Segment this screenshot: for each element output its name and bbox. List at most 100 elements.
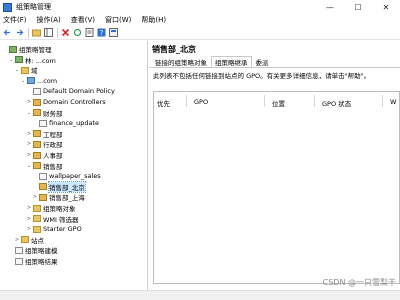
forward-icon[interactable] [15, 28, 24, 37]
title-bar: 组策略管理 — ☐ ✕ [0, 0, 400, 14]
chevron-right-icon[interactable]: > [26, 216, 32, 222]
tree-item-label: 组策略结果 [25, 258, 58, 266]
forest-icon [15, 56, 23, 64]
column-separator [314, 95, 315, 107]
export-icon[interactable] [85, 28, 94, 37]
app-icon [3, 2, 12, 12]
column-separator [264, 95, 265, 107]
column-separator [382, 95, 383, 107]
tree-item[interactable]: ⌄ ...com [20, 76, 57, 86]
folder-up-icon[interactable] [32, 28, 41, 37]
forest-icon [9, 45, 17, 53]
tree-item-label: 组策略建模 [25, 247, 58, 256]
chevron-right-icon[interactable]: > [26, 99, 32, 105]
tree-item-label: 组策略管理 [19, 46, 52, 54]
menu-file[interactable]: 文件(F) [3, 15, 27, 25]
tree-item-label: 组策略对象 [43, 205, 76, 213]
toolbar: ? [0, 26, 400, 40]
column-header-gpo-status[interactable]: GPO 状态 [322, 98, 351, 108]
tree-item[interactable]: ⌄ 域 [14, 65, 38, 75]
minimize-button[interactable]: — [316, 0, 344, 14]
tree-item[interactable]: > 销售部_上海 [32, 192, 85, 202]
tree-item-label: 人事部 [43, 152, 63, 160]
folder-icon [33, 162, 41, 170]
tree-item[interactable]: > Starter GPO [26, 224, 82, 234]
tree-item-label: 域 [31, 67, 38, 76]
folder-icon [33, 140, 41, 148]
tab-gpo-inheritance[interactable]: 组策略继承 [211, 56, 252, 67]
folder-icon [33, 109, 41, 117]
tree-item[interactable]: ⌄ 销售部 [26, 161, 63, 171]
tree-item[interactable]: > 人事部 [26, 150, 63, 160]
folder-icon [33, 215, 41, 223]
folder-icon [33, 98, 41, 106]
column-separator [186, 95, 187, 107]
tree-pane: 组策略管理 ⌄ 林: ...com ⌄ 域 ⌄ ...com Default Domain P… [0, 41, 148, 290]
tree-item[interactable]: 组策略结果 [8, 256, 58, 266]
gpo-inheritance-list: 优先 GPO 位置 GPO 状态 W [153, 91, 400, 284]
delete-icon[interactable] [61, 28, 70, 37]
tree-item[interactable]: > 工程部 [26, 129, 63, 139]
close-button[interactable]: ✕ [372, 0, 400, 14]
column-header-precedence[interactable]: 优先 [157, 98, 170, 108]
details-pane: 销售部_北京 链接的组策略对象 组策略继承 委派 此列表不包括任何链接到站点的 … [149, 41, 400, 290]
tree-item-label: finance_update [49, 119, 100, 128]
tree-item-label: wallpaper_sales [49, 172, 101, 181]
tree-item-label: Domain Controllers [43, 98, 106, 106]
menu-view[interactable]: 查看(V) [71, 15, 95, 25]
chevron-down-icon[interactable]: ⌄ [26, 163, 32, 169]
tree-item[interactable]: > Domain Controllers [26, 97, 106, 107]
tree-item[interactable]: 组策略管理 [2, 44, 52, 54]
chevron-right-icon[interactable]: > [26, 131, 32, 137]
gpo-icon [33, 87, 41, 95]
tree-item-label: 财务部 [43, 109, 63, 118]
chevron-down-icon[interactable]: ⌄ [8, 57, 14, 63]
maximize-button[interactable]: ☐ [344, 0, 372, 14]
chevron-down-icon[interactable]: ⌄ [20, 78, 26, 84]
tree-item[interactable]: > 组策略对象 [26, 203, 76, 213]
tree-item[interactable]: ⌄ 林: ...com [8, 55, 56, 65]
details-tabs: 链接的组策略对象 组策略继承 委派 [151, 56, 273, 67]
gpo-icon [15, 246, 23, 254]
chevron-right-icon[interactable]: > [26, 226, 32, 232]
menu-action[interactable]: 操作(A) [37, 15, 61, 25]
menu-window[interactable]: 窗口(W) [105, 15, 131, 25]
folder-icon [21, 66, 29, 74]
tree-item[interactable]: > WMI 筛选器 [26, 214, 79, 224]
tree-item-label: WMI 筛选器 [43, 215, 79, 224]
chevron-right-icon[interactable]: > [26, 152, 32, 158]
column-header-gpo[interactable]: GPO [194, 98, 208, 106]
tree-item[interactable]: > 站点 [14, 235, 44, 245]
window-controls: — ☐ ✕ [316, 0, 400, 14]
chevron-right-icon[interactable]: > [14, 237, 20, 243]
folder-icon [33, 130, 41, 138]
tree-item-label: 工程部 [43, 130, 63, 139]
tree-item[interactable]: wallpaper_sales [32, 171, 101, 181]
tab-delegation[interactable]: 委派 [252, 56, 273, 67]
help-icon[interactable]: ? [97, 28, 106, 37]
show-tree-icon[interactable] [44, 28, 53, 37]
column-header-location[interactable]: 位置 [272, 98, 285, 108]
properties-icon[interactable] [109, 28, 118, 37]
chevron-down-icon[interactable]: ⌄ [26, 110, 32, 116]
tree-item[interactable]: 组策略建模 [8, 245, 58, 255]
tree-item-label: 站点 [31, 236, 44, 245]
folder-icon [33, 151, 41, 159]
tab-divider [149, 67, 400, 68]
refresh-icon[interactable] [73, 28, 82, 37]
back-icon[interactable] [3, 28, 12, 37]
chevron-right-icon[interactable]: > [32, 194, 38, 200]
tree-item[interactable]: finance_update [32, 118, 99, 128]
tree-item[interactable]: Default Domain Policy [26, 86, 115, 96]
folder-icon [39, 183, 47, 191]
chevron-right-icon[interactable]: > [26, 205, 32, 211]
column-header-wmi[interactable]: W [390, 98, 396, 106]
chevron-down-icon[interactable]: ⌄ [14, 67, 20, 73]
tree-item[interactable]: ⌄ 财务部 [26, 108, 63, 118]
folder-icon [39, 193, 47, 201]
menu-help[interactable]: 帮助(H) [141, 15, 166, 25]
chevron-right-icon[interactable]: > [26, 141, 32, 147]
tab-linked-gpos[interactable]: 链接的组策略对象 [151, 56, 211, 67]
tree-item[interactable]: > 行政部 [26, 139, 63, 149]
tree-item[interactable]: 销售部_北京 [32, 180, 86, 193]
